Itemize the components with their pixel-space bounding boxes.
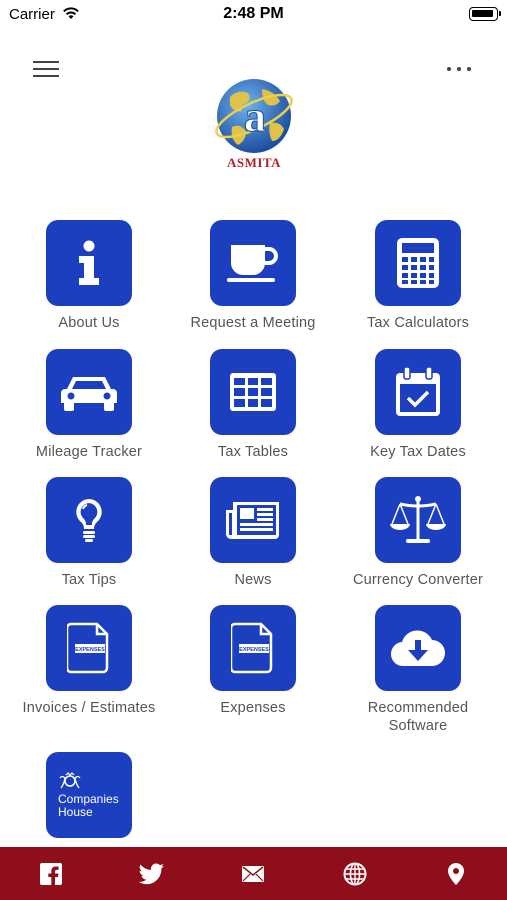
lightbulb-icon (76, 499, 102, 542)
tile-tax-calculators[interactable]: Tax Calculators (338, 220, 498, 332)
facebook-button[interactable] (21, 854, 81, 894)
mail-icon (242, 865, 265, 882)
car-icon (61, 377, 117, 411)
tile-label: Currency Converter (352, 572, 484, 588)
tile-label: Key Tax Dates (370, 444, 466, 460)
tile-mileage-tracker[interactable]: Mileage Tracker (9, 349, 169, 461)
tile-label: Invoices / Estimates (22, 700, 156, 716)
svg-text:EXPENSES: EXPENSES (239, 647, 269, 653)
expenses-document-icon: EXPENSES (231, 622, 273, 674)
tile-tax-tables[interactable]: Tax Tables (173, 349, 333, 461)
svg-text:EXPENSES: EXPENSES (75, 647, 105, 653)
svg-text:a: a (244, 92, 266, 141)
facebook-icon (39, 862, 62, 885)
status-bar: Carrier 2:48 PM (0, 0, 507, 30)
tile-recommended-software[interactable]: Recommended Software (338, 605, 498, 735)
info-icon (79, 240, 99, 285)
royal-crest-icon (59, 771, 81, 788)
tile-label: Request a Meeting (190, 315, 316, 331)
table-icon (230, 373, 276, 411)
tile-tax-tips[interactable]: Tax Tips (9, 477, 169, 589)
twitter-button[interactable] (122, 854, 182, 894)
tile-expenses[interactable]: EXPENSES Expenses (173, 605, 333, 717)
newspaper-icon (226, 502, 279, 539)
request-meeting-icon-box (210, 220, 296, 306)
cloud-download-icon (390, 630, 445, 667)
tile-currency-converter[interactable]: Currency Converter (338, 477, 498, 589)
battery-icon (469, 7, 501, 21)
companies-house-icon-box: Companies House (46, 752, 132, 838)
tile-label: Tax Tables (217, 444, 289, 460)
coffee-cup-icon (227, 245, 278, 282)
tile-label: News (234, 572, 272, 588)
invoices-icon-box: EXPENSES (46, 605, 132, 691)
tile-news[interactable]: News (173, 477, 333, 589)
twitter-icon (139, 863, 165, 884)
tile-key-tax-dates[interactable]: Key Tax Dates (338, 349, 498, 461)
expenses-icon-box: EXPENSES (210, 605, 296, 691)
tile-invoices-estimates[interactable]: EXPENSES Invoices / Estimates (9, 605, 169, 717)
currency-converter-icon-box (375, 477, 461, 563)
scales-icon (390, 496, 446, 543)
location-button[interactable] (426, 854, 486, 894)
tile-label: About Us (58, 315, 120, 331)
tile-label: Mileage Tracker (35, 444, 143, 460)
status-time: 2:48 PM (223, 5, 284, 22)
tax-calculators-icon-box (375, 220, 461, 306)
tile-label: Recommended Software (367, 700, 469, 734)
location-pin-icon (448, 862, 465, 885)
calculator-icon (397, 238, 439, 288)
email-button[interactable] (223, 854, 283, 894)
news-icon-box (210, 477, 296, 563)
website-button[interactable] (325, 854, 385, 894)
tile-companies-house[interactable]: Companies House (9, 752, 169, 838)
more-options-button[interactable] (445, 58, 475, 80)
calendar-check-icon (396, 366, 440, 416)
companies-house-line1: Companies (58, 791, 119, 806)
mileage-tracker-icon-box (46, 349, 132, 435)
tax-tables-icon-box (210, 349, 296, 435)
tax-tips-icon-box (46, 477, 132, 563)
bottom-social-bar (0, 847, 507, 900)
about-us-icon-box (46, 220, 132, 306)
globe-logo-icon: a (215, 79, 293, 153)
logo-text: ASMITA (226, 155, 282, 170)
globe-icon (343, 862, 367, 885)
companies-house-line2: House (58, 804, 93, 819)
key-tax-dates-icon-box (375, 349, 461, 435)
tile-request-a-meeting[interactable]: Request a Meeting (173, 220, 333, 332)
expenses-document-icon: EXPENSES (67, 622, 109, 674)
recommended-software-icon-box (375, 605, 461, 691)
tile-label: Expenses (220, 700, 286, 716)
asmita-logo: a ASMITA (212, 75, 296, 175)
hamburger-menu-button[interactable] (30, 58, 62, 82)
tile-about-us[interactable]: About Us (9, 220, 169, 332)
tile-label: Tax Tips (61, 572, 117, 588)
tile-label: Tax Calculators (366, 315, 470, 331)
